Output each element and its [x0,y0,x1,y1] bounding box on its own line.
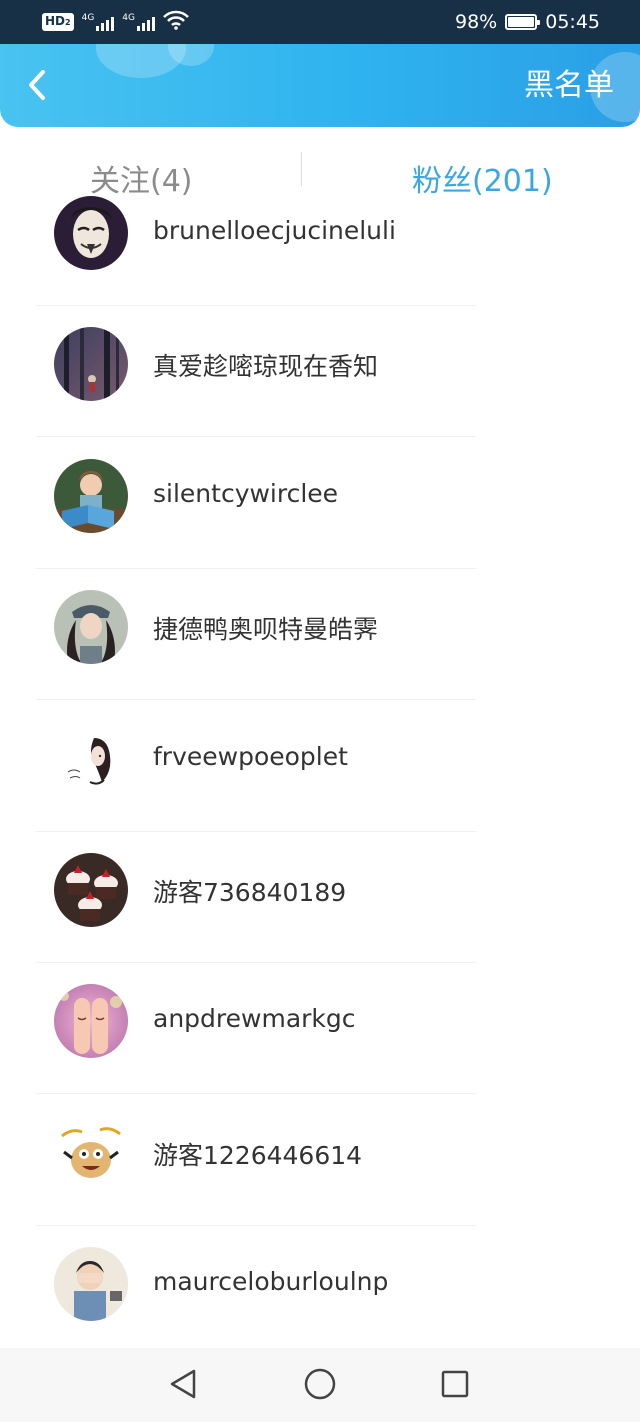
nav-recents-button[interactable] [439,1368,471,1400]
fan-name: maurceloburloulnp [153,1267,389,1297]
fan-name: frveewpoeoplet [153,741,348,771]
back-triangle-icon [170,1369,196,1399]
avatar[interactable] [54,721,128,796]
fan-name: silentcywirclee [153,478,339,508]
nav-home-button[interactable] [304,1368,336,1400]
hd-icon: HD2 [42,13,74,31]
blacklist-button[interactable]: 黑名单 [524,44,614,127]
avatar[interactable] [54,327,128,402]
fan-name: 捷德鸭奥呗特曼皓霁 [153,615,379,645]
avatar[interactable] [54,196,128,270]
fan-name: 游客1226446614 [153,1140,363,1170]
list-item[interactable]: silentcywirclee [0,453,640,584]
avatar[interactable] [54,1115,128,1190]
signal-icon: 4G [82,13,115,31]
divider [36,961,476,963]
system-nav-bar [0,1348,640,1422]
chevron-left-icon [29,70,45,100]
divider [36,830,476,832]
status-bar-right: 98% 05:45 [455,11,600,33]
divider [36,1093,476,1095]
fan-name: anpdrewmarkgc [153,1004,356,1034]
wifi-icon [163,10,189,35]
back-button[interactable] [20,68,54,102]
list-item[interactable]: brunelloecjucineluli [0,190,640,321]
avatar[interactable] [54,590,128,665]
divider [36,567,476,569]
divider [36,1224,476,1226]
signal-icon: 4G [122,13,155,31]
battery-icon [505,14,541,30]
list-item[interactable]: 游客736840189 [0,847,640,978]
list-item[interactable]: frveewpoeoplet [0,716,640,847]
fans-list: brunelloecjucineluli 真爱趁嘧琼现在香知 silentcyw… [0,190,640,1373]
list-item[interactable]: 捷德鸭奥呗特曼皓霁 [0,584,640,715]
status-bar: HD2 4G 4G 98% 05:45 [0,0,640,44]
battery-percent: 98% [455,11,498,33]
clock: 05:45 [545,11,600,33]
avatar[interactable] [54,852,128,927]
header-bar: 黑名单 [0,44,640,127]
avatar[interactable] [54,1247,128,1322]
status-bar-left: HD2 4G 4G [42,10,189,35]
recents-square-icon [441,1370,469,1398]
divider [36,699,476,701]
avatar[interactable] [54,458,128,533]
divider [36,436,476,438]
list-item[interactable]: 游客1226446614 [0,1110,640,1241]
avatar[interactable] [54,984,128,1059]
tab-divider [301,152,302,186]
fan-name: 游客736840189 [153,877,347,907]
home-circle-icon [304,1368,336,1400]
list-item[interactable]: 真爱趁嘧琼现在香知 [0,321,640,452]
nav-back-button[interactable] [167,1368,199,1400]
list-item[interactable]: anpdrewmarkgc [0,978,640,1109]
fan-name: brunelloecjucineluli [153,216,396,245]
divider [36,305,476,306]
fan-name: 真爱趁嘧琼现在香知 [153,352,379,382]
